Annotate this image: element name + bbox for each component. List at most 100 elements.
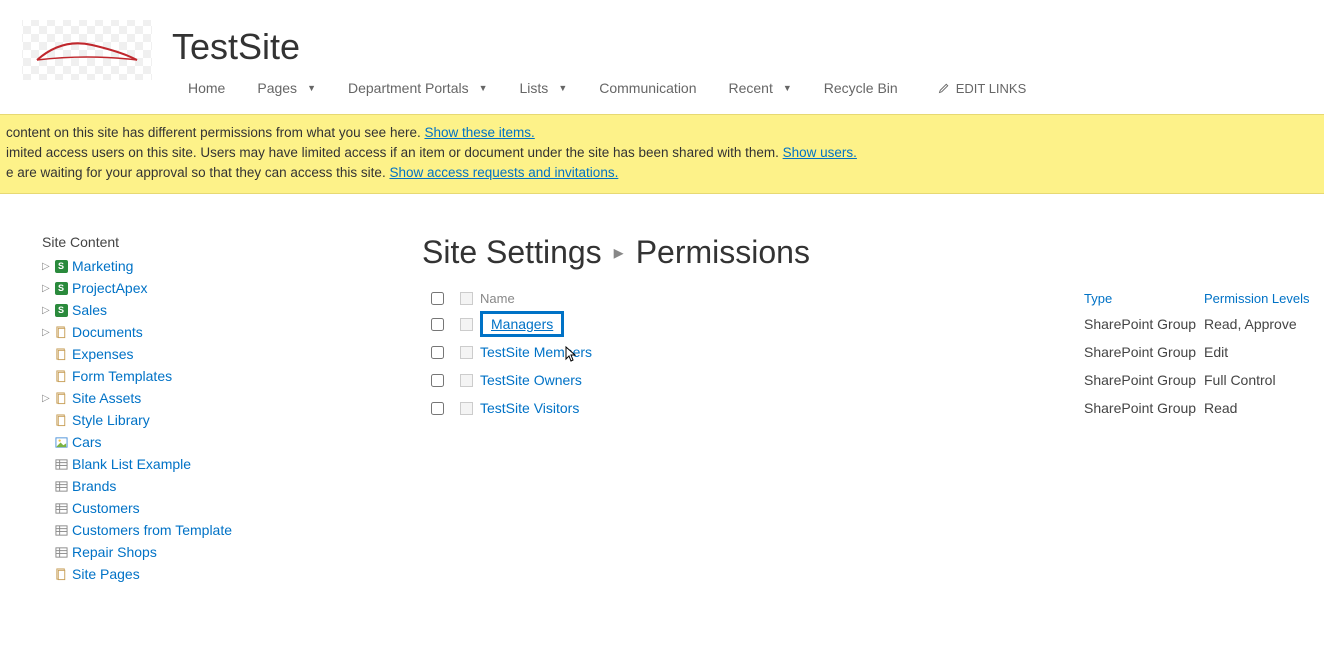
- edit-links-label: EDIT LINKS: [956, 81, 1027, 96]
- tree-item-repair-shops[interactable]: Repair Shops: [42, 542, 422, 562]
- permission-type: SharePoint Group: [1084, 400, 1196, 416]
- tree-item-site-pages[interactable]: Site Pages: [42, 564, 422, 584]
- site-content-tree: ▷SMarketing▷SProjectApex▷SSales▷Document…: [42, 256, 422, 584]
- main-content: Site Settings ▸ Permissions Name Type Pe…: [422, 234, 1324, 586]
- tree-expand-icon[interactable]: ▷: [42, 393, 52, 404]
- nav-item-label: Communication: [599, 80, 696, 96]
- permission-group-link[interactable]: TestSite Owners: [480, 372, 582, 388]
- tree-item-expenses[interactable]: Expenses: [42, 344, 422, 364]
- show-access-requests-link[interactable]: Show access requests and invitations.: [389, 165, 618, 180]
- site-title[interactable]: TestSite: [172, 26, 1026, 68]
- nav-item-recent[interactable]: Recent▼: [713, 76, 808, 100]
- tree-item-brands[interactable]: Brands: [42, 476, 422, 496]
- tree-item-marketing[interactable]: ▷S Marketing: [42, 256, 422, 276]
- notification-line-3: e are waiting for your approval so that …: [6, 163, 1324, 183]
- tree-item-label[interactable]: Repair Shops: [72, 544, 157, 560]
- permission-group-link[interactable]: TestSite Members: [480, 344, 592, 360]
- nav-item-recycle-bin[interactable]: Recycle Bin: [808, 76, 914, 100]
- tree-item-label[interactable]: Style Library: [72, 412, 150, 428]
- breadcrumb: Site Settings ▸ Permissions: [422, 234, 1324, 271]
- permission-row: TestSite Visitors SharePoint Group Read: [422, 394, 1324, 422]
- permission-level: Read, Approve: [1204, 316, 1297, 332]
- row-attachment-checkbox-icon: [460, 346, 473, 359]
- permissions-table-header: Name Type Permission Levels: [422, 287, 1324, 310]
- nav-item-department-portals[interactable]: Department Portals ▼: [332, 76, 504, 100]
- sharepoint-site-icon: S: [55, 260, 68, 273]
- tree-item-label[interactable]: Sales: [72, 302, 107, 318]
- row-select-checkbox[interactable]: [431, 318, 444, 331]
- row-select-checkbox[interactable]: [431, 346, 444, 359]
- nav-item-label: Department Portals: [348, 80, 469, 96]
- site-logo[interactable]: [22, 20, 152, 80]
- show-items-link[interactable]: Show these items.: [424, 125, 534, 140]
- permission-group-link[interactable]: TestSite Visitors: [480, 400, 579, 416]
- document-library-icon: [54, 325, 68, 339]
- tree-item-style-library[interactable]: Style Library: [42, 410, 422, 430]
- tree-item-label[interactable]: Customers: [72, 500, 140, 516]
- tree-item-documents[interactable]: ▷ Documents: [42, 322, 422, 342]
- show-users-link[interactable]: Show users.: [783, 145, 857, 160]
- permission-group-link[interactable]: Managers: [480, 311, 564, 337]
- tree-expand-icon[interactable]: ▷: [42, 261, 52, 272]
- nav-item-home[interactable]: Home: [172, 76, 241, 100]
- document-library-icon: [54, 369, 68, 383]
- row-select-checkbox[interactable]: [431, 402, 444, 415]
- permission-type: SharePoint Group: [1084, 372, 1196, 388]
- tree-item-label[interactable]: Documents: [72, 324, 143, 340]
- tree-expand-icon[interactable]: ▷: [42, 283, 52, 294]
- list-icon: [54, 457, 68, 471]
- nav-item-pages[interactable]: Pages▼: [241, 76, 332, 100]
- tree-item-cars[interactable]: Cars: [42, 432, 422, 452]
- type-column-header[interactable]: Type: [1084, 291, 1112, 306]
- tree-item-projectapex[interactable]: ▷S ProjectApex: [42, 278, 422, 298]
- nav-item-lists[interactable]: Lists ▼: [504, 76, 584, 100]
- name-column-header[interactable]: Name: [480, 291, 515, 306]
- document-library-icon: [54, 347, 68, 361]
- tree-item-label[interactable]: ProjectApex: [72, 280, 147, 296]
- tree-item-label[interactable]: Blank List Example: [72, 456, 191, 472]
- chevron-down-icon: ▼: [479, 83, 488, 93]
- sharepoint-site-icon: S: [55, 282, 68, 295]
- tree-item-customers-from-template[interactable]: Customers from Template: [42, 520, 422, 540]
- select-all-checkbox[interactable]: [431, 292, 444, 305]
- nav-item-label: Recent: [729, 80, 773, 96]
- permission-row: TestSite MembersSharePoint GroupEdit: [422, 338, 1324, 366]
- row-select-checkbox[interactable]: [431, 374, 444, 387]
- tree-item-label[interactable]: Marketing: [72, 258, 133, 274]
- tree-item-sales[interactable]: ▷S Sales: [42, 300, 422, 320]
- permissions-table: Name Type Permission Levels Managers Shar…: [422, 287, 1324, 422]
- breadcrumb-site-settings[interactable]: Site Settings: [422, 234, 602, 271]
- nav-item-communication[interactable]: Communication: [583, 76, 712, 100]
- car-logo-icon: [32, 30, 142, 70]
- header-row-checkbox-icon: [460, 292, 473, 305]
- sharepoint-site-icon: S: [55, 304, 68, 317]
- tree-item-form-templates[interactable]: Form Templates: [42, 366, 422, 386]
- sidebar: Site Content ▷SMarketing▷SProjectApex▷SS…: [42, 234, 422, 586]
- tree-expand-icon[interactable]: ▷: [42, 305, 52, 316]
- tree-item-label[interactable]: Site Pages: [72, 566, 140, 582]
- picture-library-icon: [54, 435, 68, 449]
- tree-item-label[interactable]: Customers from Template: [72, 522, 232, 538]
- tree-item-blank-list-example[interactable]: Blank List Example: [42, 454, 422, 474]
- tree-item-label[interactable]: Form Templates: [72, 368, 172, 384]
- breadcrumb-permissions: Permissions: [636, 234, 810, 271]
- tree-item-label[interactable]: Expenses: [72, 346, 133, 362]
- tree-item-label[interactable]: Site Assets: [72, 390, 141, 406]
- nav-item-label: Lists: [520, 80, 549, 96]
- body-area: Site Content ▷SMarketing▷SProjectApex▷SS…: [0, 194, 1324, 586]
- tree-item-site-assets[interactable]: ▷ Site Assets: [42, 388, 422, 408]
- row-attachment-checkbox-icon: [460, 402, 473, 415]
- notification-bar: content on this site has different permi…: [0, 114, 1324, 194]
- tree-item-label[interactable]: Cars: [72, 434, 102, 450]
- permission-levels-column-header[interactable]: Permission Levels: [1204, 291, 1310, 306]
- tree-item-label[interactable]: Brands: [72, 478, 116, 494]
- tree-expand-icon[interactable]: ▷: [42, 327, 52, 338]
- permission-level: Edit: [1204, 344, 1228, 360]
- list-icon: [54, 523, 68, 537]
- tree-item-customers[interactable]: Customers: [42, 498, 422, 518]
- edit-links-button[interactable]: EDIT LINKS: [938, 81, 1027, 96]
- nav-item-label: Home: [188, 80, 225, 96]
- permission-level: Read: [1204, 400, 1237, 416]
- chevron-down-icon: ▼: [558, 83, 567, 93]
- top-navigation: Home Pages▼ Department Portals ▼ Lists ▼ Commu…: [172, 76, 1026, 100]
